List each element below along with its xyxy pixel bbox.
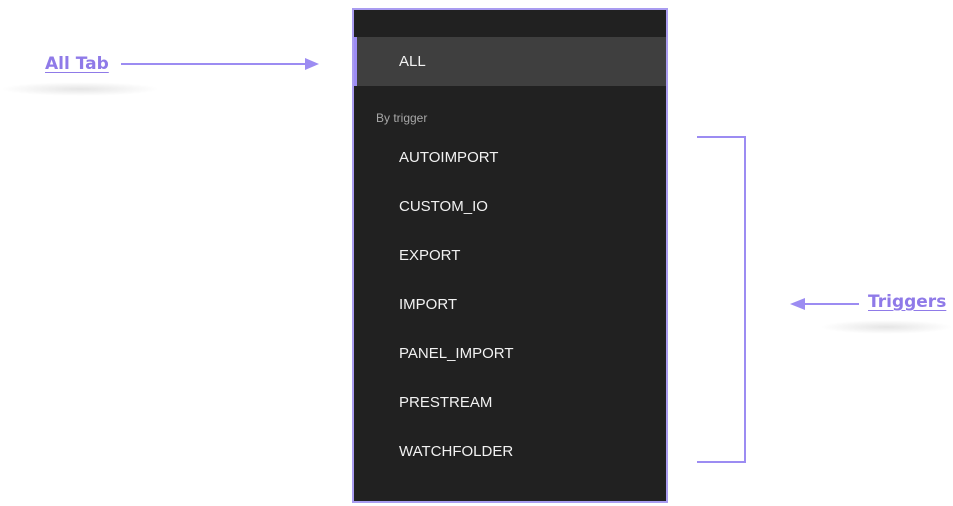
all-tab-callout-label: All Tab [45, 54, 109, 74]
trigger-item-label: PANEL_IMPORT [399, 345, 514, 362]
label-shadow [0, 82, 160, 96]
trigger-item-import[interactable]: IMPORT [354, 280, 666, 329]
triggers-arrow [790, 298, 859, 310]
trigger-item-watchfolder[interactable]: WATCHFOLDER [354, 427, 666, 476]
trigger-item-custom-io[interactable]: CUSTOM_IO [354, 182, 666, 231]
trigger-item-export[interactable]: EXPORT [354, 231, 666, 280]
trigger-item-label: WATCHFOLDER [399, 443, 514, 460]
all-tab-label: ALL [399, 53, 426, 70]
all-tab[interactable]: ALL [354, 37, 666, 86]
trigger-item-label: IMPORT [399, 296, 458, 313]
trigger-item-autoimport[interactable]: AUTOIMPORT [354, 133, 666, 182]
trigger-item-label: AUTOIMPORT [399, 149, 499, 166]
activity-filter-panel: ALL By trigger AUTOIMPORT CUSTOM_IO EXPO… [352, 8, 668, 503]
trigger-item-label: PRESTREAM [399, 394, 493, 411]
trigger-item-label: EXPORT [399, 247, 461, 264]
triggers-callout-label: Triggers [868, 292, 947, 312]
all-tab-arrow [121, 58, 319, 70]
triggers-bracket [697, 136, 746, 463]
label-shadow [820, 320, 953, 334]
trigger-item-label: CUSTOM_IO [399, 198, 488, 215]
by-trigger-section-header: By trigger [376, 111, 428, 125]
trigger-item-prestream[interactable]: PRESTREAM [354, 378, 666, 427]
annotated-screenshot: All Tab Triggers ALL By trigger AUTOIMPO… [0, 0, 953, 506]
trigger-item-panel-import[interactable]: PANEL_IMPORT [354, 329, 666, 378]
